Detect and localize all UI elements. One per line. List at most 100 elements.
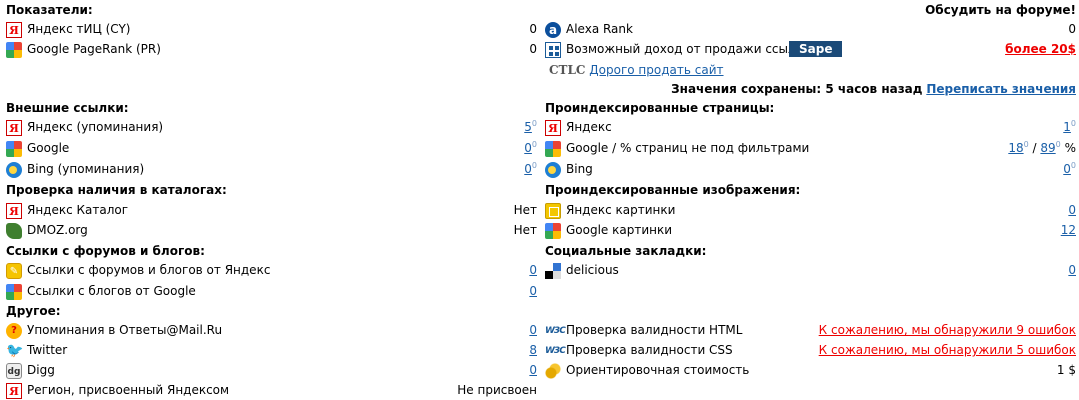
google-images-value: 12 bbox=[1061, 223, 1076, 237]
social-bookmarks-heading: Социальные закладки: bbox=[545, 244, 707, 258]
google-icon bbox=[545, 141, 561, 157]
css-validity-label: Проверка валидности CSS bbox=[566, 343, 733, 357]
delicious-label: delicious bbox=[566, 263, 619, 277]
yandex-icon: Я bbox=[6, 22, 22, 38]
mail-answers-label: Упоминания в Ответы@Mail.Ru bbox=[27, 323, 223, 337]
twitter-label: Twitter bbox=[27, 343, 68, 357]
external-links-heading: Внешние ссылки: bbox=[6, 101, 129, 115]
sell-site-link[interactable]: Дорого продать сайт bbox=[589, 63, 723, 77]
yandex-blogs-link[interactable]: 0 bbox=[529, 263, 537, 277]
sape-badge[interactable]: Sape bbox=[789, 41, 843, 57]
delicious-link[interactable]: 0 bbox=[1068, 263, 1076, 277]
external-yandex-value: 50 bbox=[524, 119, 537, 135]
sape-label: Возможный доход от продажи ссылок bbox=[566, 42, 811, 56]
digg-value: 0 bbox=[529, 363, 537, 377]
saved-row: Значения сохранены: 5 часов назад Перепи… bbox=[671, 82, 1076, 96]
external-google-link[interactable]: 0 bbox=[524, 141, 532, 155]
estimated-price-value: 1 $ bbox=[1056, 363, 1076, 377]
google-pr-value: 0 bbox=[529, 42, 537, 56]
delicious-icon bbox=[545, 263, 561, 279]
yandex-tic-label: Яндекс тИЦ (CY) bbox=[27, 22, 131, 36]
dmoz-value: Нет bbox=[513, 223, 537, 237]
delicious-value: 0 bbox=[1068, 263, 1076, 277]
coins-icon bbox=[545, 363, 561, 379]
saved-status: Значения сохранены: 5 часов назад bbox=[671, 82, 923, 96]
external-google-label: Google bbox=[27, 141, 70, 155]
indexed-google-percent: % bbox=[1064, 141, 1076, 155]
indexed-google-separator: / bbox=[1032, 141, 1037, 155]
google-blogs-label: Ссылки с блогов от Google bbox=[27, 284, 196, 298]
indexed-bing-link[interactable]: 0 bbox=[1063, 162, 1071, 176]
google-icon bbox=[6, 284, 22, 300]
twitter-value: 8 bbox=[529, 343, 537, 357]
yandex-images-label: Яндекс картинки bbox=[566, 203, 676, 217]
indexed-yandex-link[interactable]: 1 bbox=[1063, 120, 1071, 134]
discuss-forum-link[interactable]: Обсудить на форуме! bbox=[925, 3, 1076, 17]
google-images-label: Google картинки bbox=[566, 223, 673, 237]
yandex-images-icon bbox=[545, 203, 561, 219]
html-validity-link[interactable]: К сожалению, мы обнаружили 9 ошибок bbox=[819, 323, 1076, 337]
twitter-link[interactable]: 8 bbox=[529, 343, 537, 357]
google-blogs-value: 0 bbox=[529, 284, 537, 298]
forums-heading: Ссылки с форумов и блогов: bbox=[6, 244, 205, 258]
alexa-value: 0 bbox=[1068, 22, 1076, 36]
external-yandex-sup: 0 bbox=[531, 119, 537, 128]
indexed-bing-value: 00 bbox=[1063, 161, 1076, 177]
w3c-icon: W3C bbox=[545, 346, 566, 356]
indexed-google-filter-sup: 0 bbox=[1055, 140, 1061, 149]
html-validity-label: Проверка валидности HTML bbox=[566, 323, 743, 337]
indexed-yandex-value: 10 bbox=[1063, 119, 1076, 135]
external-bing-sup: 0 bbox=[531, 161, 537, 170]
yandex-images-link[interactable]: 0 bbox=[1068, 203, 1076, 217]
twitter-icon: 🐦 bbox=[6, 343, 24, 359]
indexed-yandex-label: Яндекс bbox=[566, 120, 612, 134]
google-icon bbox=[6, 42, 22, 58]
bing-icon bbox=[545, 162, 561, 178]
alexa-label: Alexa Rank bbox=[566, 22, 633, 36]
external-bing-link[interactable]: 0 bbox=[524, 162, 532, 176]
google-icon bbox=[545, 223, 561, 239]
yandex-region-value: Не присвоен bbox=[457, 383, 537, 397]
yandex-icon: Я bbox=[6, 120, 22, 136]
dmoz-label: DMOZ.org bbox=[27, 223, 88, 237]
yandex-catalog-value: Нет bbox=[513, 203, 537, 217]
indexed-bing-label: Bing bbox=[566, 162, 593, 176]
google-images-link[interactable]: 12 bbox=[1061, 223, 1076, 237]
indexed-google-value: 180 / 890 % bbox=[1008, 140, 1076, 156]
yandex-catalog-label: Яндекс Каталог bbox=[27, 203, 129, 217]
google-pr-label: Google PageRank (PR) bbox=[27, 42, 161, 56]
indexed-yandex-sup: 0 bbox=[1070, 119, 1076, 128]
other-heading: Другое: bbox=[6, 304, 61, 318]
google-blogs-link[interactable]: 0 bbox=[529, 284, 537, 298]
rewrite-values-link[interactable]: Переписать значения bbox=[926, 82, 1076, 96]
yandex-images-value: 0 bbox=[1068, 203, 1076, 217]
digg-label: Digg bbox=[27, 363, 55, 377]
ctlc-row: CTLC Дорого продать сайт bbox=[549, 63, 724, 77]
yandex-region-label: Регион, присвоенный Яндексом bbox=[27, 383, 230, 397]
w3c-icon: W3C bbox=[545, 326, 566, 336]
mail-answers-value: 0 bbox=[529, 323, 537, 337]
indexed-google-filter-link[interactable]: 89 bbox=[1040, 141, 1055, 155]
external-yandex-link[interactable]: 5 bbox=[524, 120, 532, 134]
yandex-tic-value: 0 bbox=[529, 22, 537, 36]
alexa-icon: a bbox=[545, 22, 561, 38]
dmoz-icon bbox=[6, 223, 22, 239]
google-icon bbox=[6, 141, 22, 157]
indexed-google-link[interactable]: 18 bbox=[1008, 141, 1023, 155]
external-bing-label: Bing (упоминания) bbox=[27, 162, 145, 176]
indexed-bing-sup: 0 bbox=[1070, 161, 1076, 170]
sape-grid-icon bbox=[545, 42, 561, 58]
mail-answers-link[interactable]: 0 bbox=[529, 323, 537, 337]
external-google-value: 00 bbox=[524, 140, 537, 156]
digg-link[interactable]: 0 bbox=[529, 363, 537, 377]
catalogs-heading: Проверка наличия в каталогах: bbox=[6, 183, 227, 197]
external-google-sup: 0 bbox=[531, 140, 537, 149]
indicators-heading: Показатели: bbox=[6, 3, 93, 17]
yandex-icon: Я bbox=[6, 383, 22, 399]
digg-icon: dg bbox=[6, 363, 22, 379]
indexed-images-heading: Проиндексированные изображения: bbox=[545, 183, 801, 197]
css-validity-link[interactable]: К сожалению, мы обнаружили 5 ошибок bbox=[819, 343, 1076, 357]
ctlc-logo: CTLC bbox=[549, 63, 586, 77]
sape-income-value[interactable]: более 20$ bbox=[1005, 42, 1076, 56]
external-yandex-label: Яндекс (упоминания) bbox=[27, 120, 164, 134]
